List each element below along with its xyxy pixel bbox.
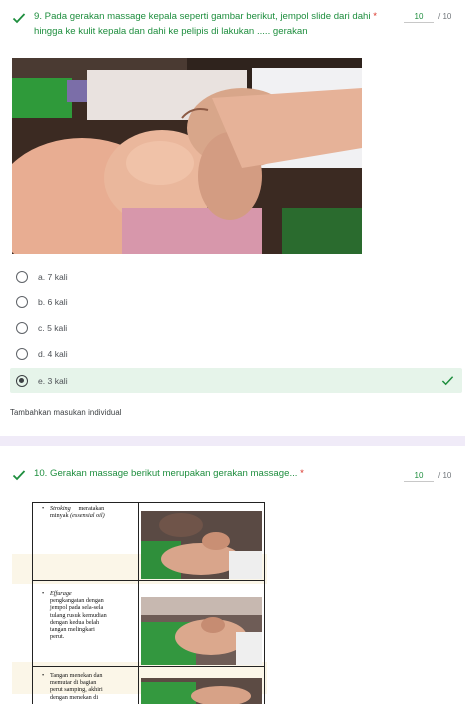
option-label: b. 6 kali (38, 297, 68, 307)
option-label: e. 3 kali (38, 375, 68, 386)
massage-photo (141, 597, 262, 665)
table-border (32, 666, 265, 667)
correct-check-icon (12, 468, 26, 482)
radio-button[interactable] (16, 271, 28, 283)
radio-button[interactable] (16, 296, 28, 308)
score-display: 10 / 10 (404, 12, 451, 23)
add-feedback-link[interactable]: Tambahkan masukan individual (10, 408, 122, 417)
option-e-correct[interactable]: e. 3 kali (10, 368, 462, 393)
option-d[interactable]: d. 4 kali (10, 342, 462, 366)
score-total: / 10 (438, 12, 452, 21)
question-title: 10. Gerakan massage berikut merupakan ge… (34, 467, 304, 481)
section-divider (0, 436, 465, 446)
radio-button-selected[interactable] (16, 374, 28, 387)
massage-photo (141, 678, 262, 704)
correct-check-icon (12, 11, 26, 25)
required-mark: * (373, 11, 377, 22)
question-title: 9. Pada gerakan massage kepala seperti g… (34, 10, 402, 24)
option-b[interactable]: b. 6 kali (10, 290, 462, 314)
massage-photo (141, 511, 262, 579)
table-border (32, 502, 265, 503)
option-label: d. 4 kali (38, 349, 68, 359)
question-card-9: 9. Pada gerakan massage kepala seperti g… (0, 0, 465, 436)
option-a[interactable]: a. 7 kali (10, 265, 462, 289)
table-border (32, 580, 265, 581)
option-label: c. 5 kali (38, 323, 68, 333)
score-input[interactable]: 10 (404, 12, 434, 23)
question-title-line2: hingga ke kulit kepala dan dahi ke pelip… (34, 26, 308, 37)
score-display: 10 / 10 (404, 471, 451, 482)
score-input[interactable]: 10 (404, 471, 434, 482)
table-cell-text: • Effurage pengkangatan dengan jempol pa… (42, 590, 107, 641)
question-title-line1: 9. Pada gerakan massage kepala seperti g… (34, 11, 371, 22)
table-cell-text: • Stroking meratakan minyak (essensial o… (42, 505, 105, 520)
table-cell-text: • Tangan menekan dan memutar di bagian p… (42, 672, 103, 701)
required-mark: * (300, 468, 304, 479)
correct-check-icon (441, 374, 454, 392)
radio-button[interactable] (16, 322, 28, 334)
question-image-table: • Stroking meratakan minyak (essensial o… (12, 502, 267, 704)
table-border (32, 502, 33, 704)
table-border (264, 502, 265, 704)
question-image (12, 58, 362, 254)
option-label: a. 7 kali (38, 272, 68, 282)
radio-button[interactable] (16, 348, 28, 360)
score-total: / 10 (438, 471, 452, 480)
question-title-text: 10. Gerakan massage berikut merupakan ge… (34, 468, 298, 479)
option-c[interactable]: c. 5 kali (10, 316, 462, 340)
